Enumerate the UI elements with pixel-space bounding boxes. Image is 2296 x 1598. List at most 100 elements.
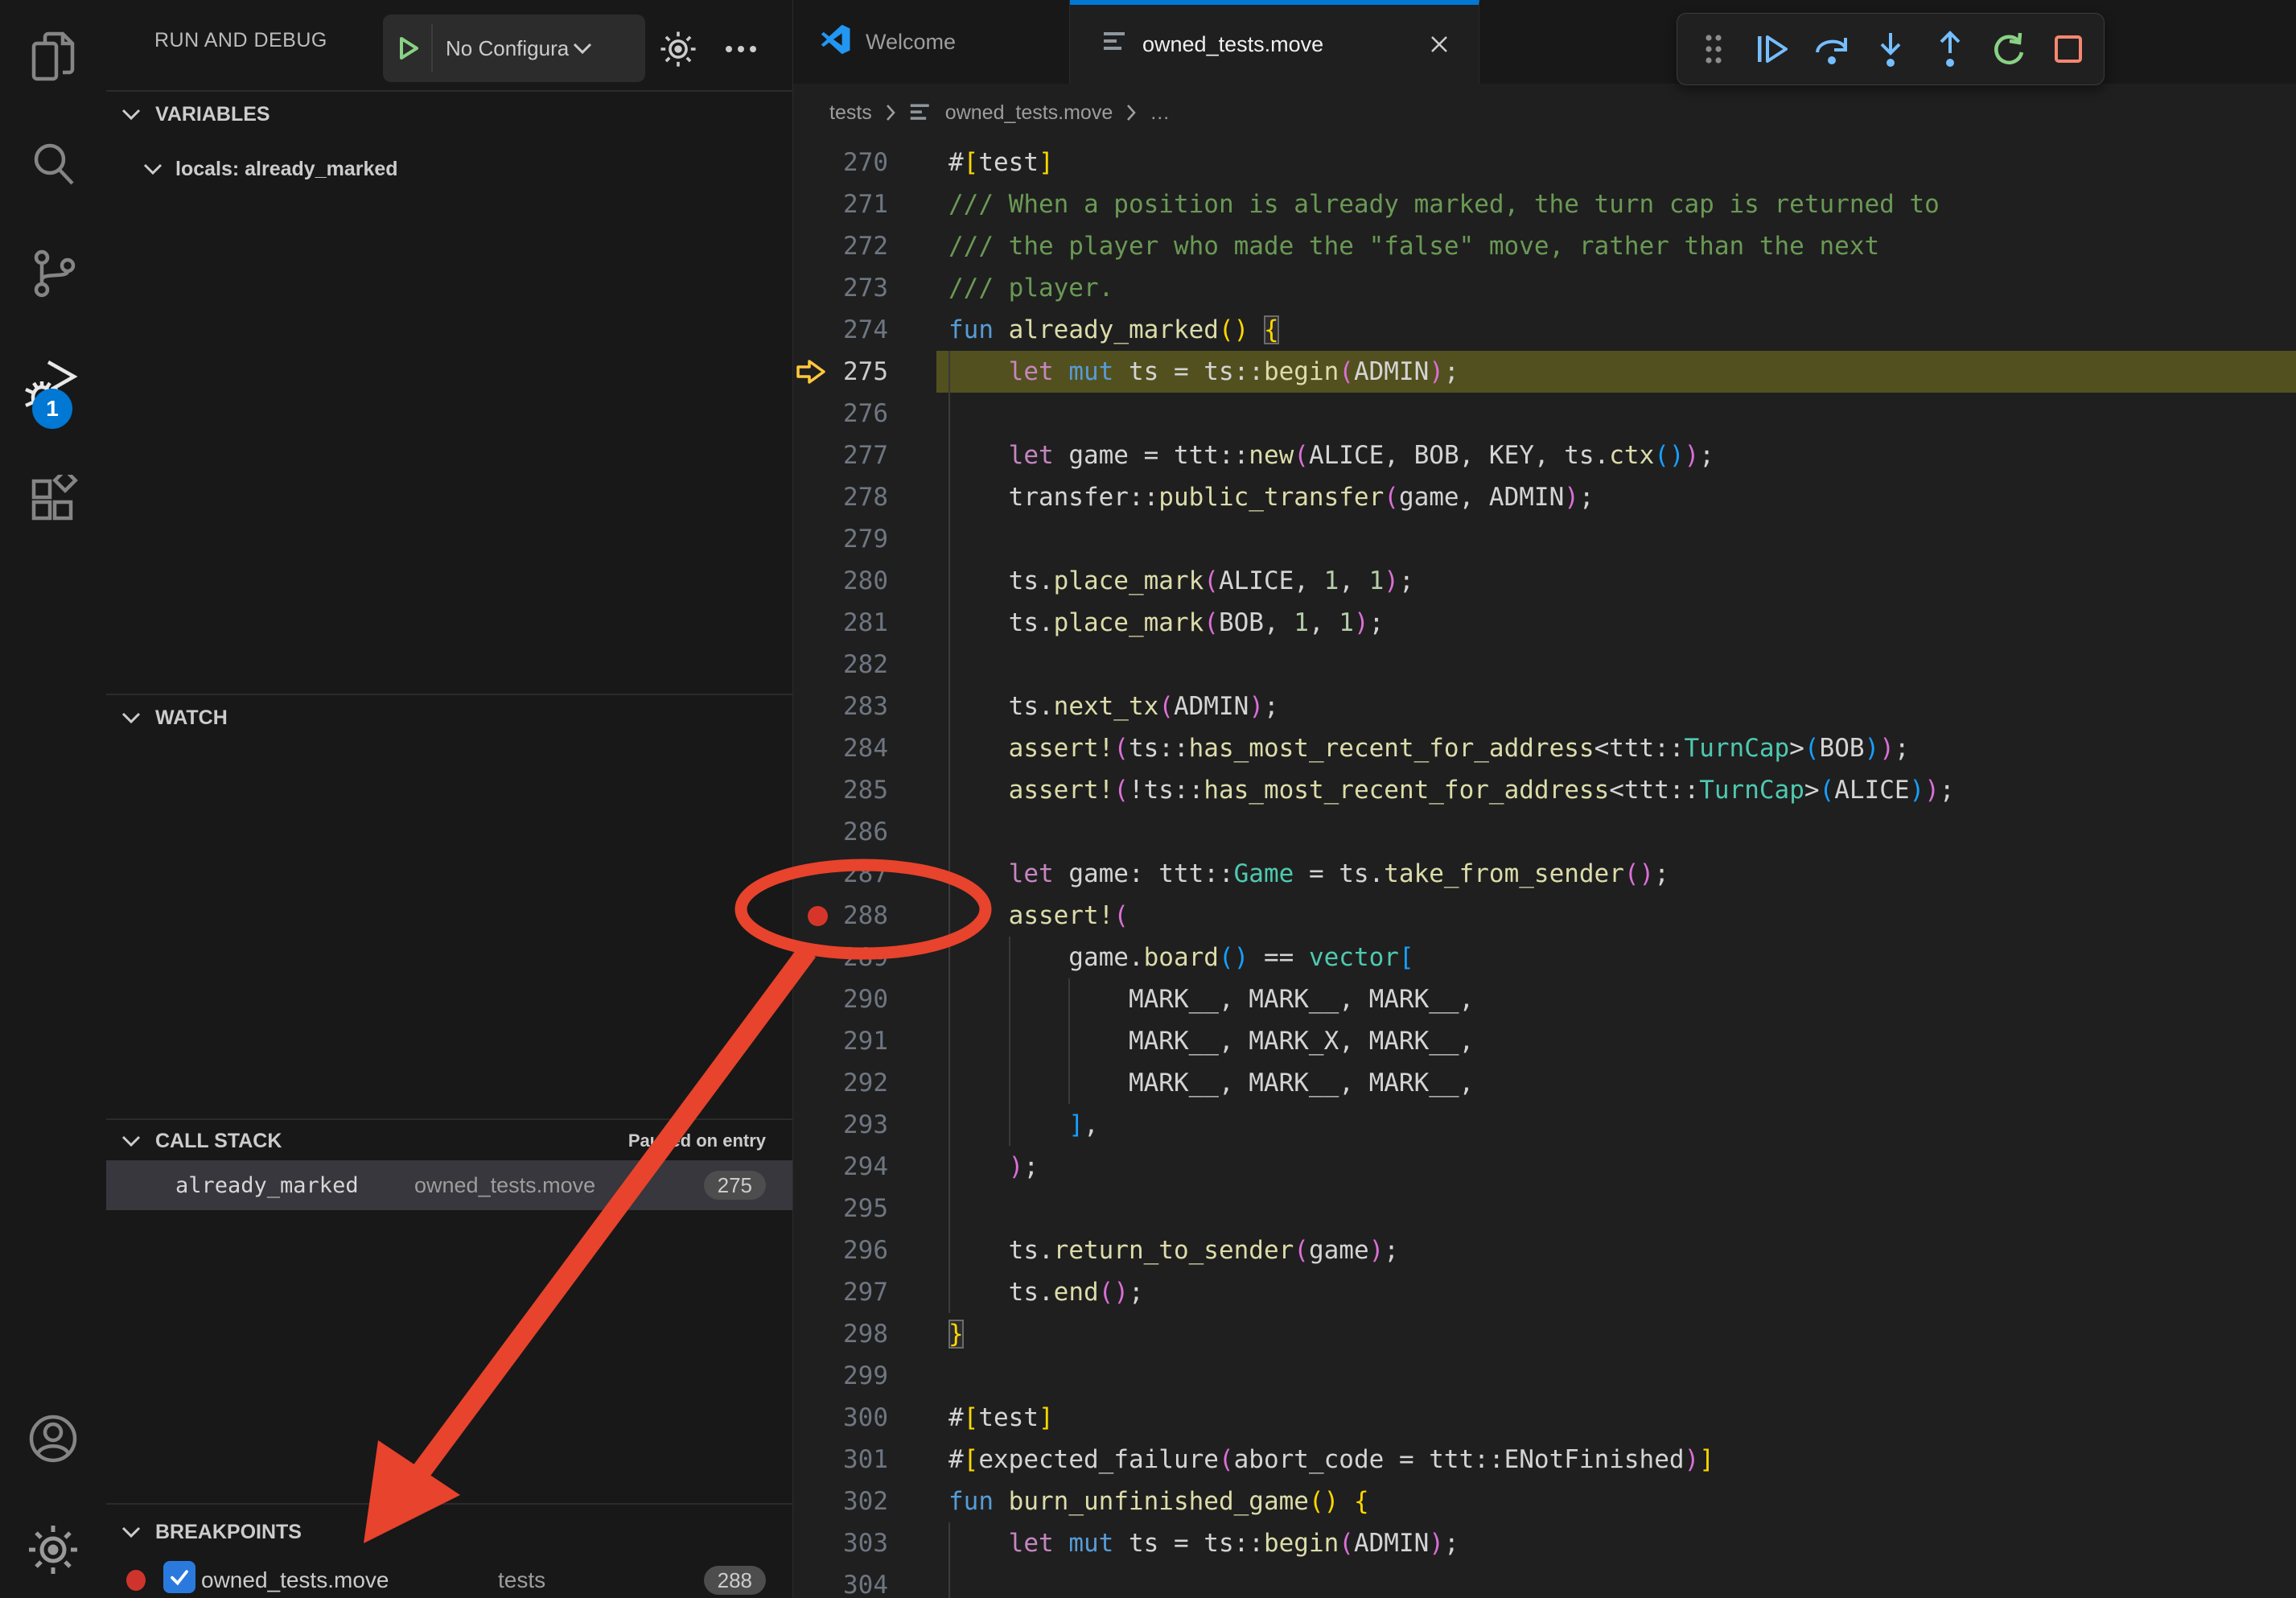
step-out-button[interactable]	[1927, 26, 1973, 72]
breakpoint-line-badge: 288	[704, 1566, 766, 1595]
code-line: 284 assert!(ts::has_most_recent_for_addr…	[793, 727, 2296, 769]
breakpoint-row[interactable]: owned_tests.move tests 288	[106, 1559, 792, 1598]
line-number[interactable]: 283	[817, 686, 888, 727]
breadcrumb-item-file[interactable]: owned_tests.move	[945, 101, 1113, 125]
code-line: 295	[793, 1188, 2296, 1229]
chevron-down-icon	[121, 107, 142, 121]
extensions-icon[interactable]	[0, 475, 106, 526]
line-number[interactable]: 296	[817, 1229, 888, 1271]
indent-guide	[948, 644, 950, 686]
restart-button[interactable]	[1985, 26, 2032, 72]
explorer-icon[interactable]	[0, 31, 106, 82]
tab-label: Welcome	[866, 30, 956, 55]
code-line-text: ts.next_tx(ADMIN);	[948, 686, 1279, 727]
line-number[interactable]: 298	[817, 1313, 888, 1355]
line-number[interactable]: 303	[817, 1522, 888, 1564]
paused-status: Paused on entry	[628, 1131, 766, 1151]
code-line: 285 assert!(!ts::has_most_recent_for_add…	[793, 769, 2296, 811]
continue-button[interactable]	[1749, 26, 1796, 72]
line-number[interactable]: 297	[817, 1271, 888, 1313]
step-into-button[interactable]	[1867, 26, 1914, 72]
line-number[interactable]: 304	[817, 1564, 888, 1598]
section-label: BREAKPOINTS	[155, 1521, 302, 1544]
panel-title: RUN AND DEBUG	[154, 29, 327, 52]
breakpoint-checkbox[interactable]	[163, 1561, 195, 1593]
vscode-logo-icon	[821, 24, 851, 60]
debug-settings-gear-icon[interactable]	[660, 31, 697, 72]
code-line-text: }	[948, 1313, 964, 1355]
line-number[interactable]: 275	[817, 351, 888, 393]
line-number[interactable]: 280	[817, 560, 888, 602]
line-number[interactable]: 291	[817, 1020, 888, 1062]
run-and-debug-panel: RUN AND DEBUG No Configura	[106, 0, 792, 1598]
source-control-icon[interactable]	[0, 248, 106, 299]
line-number[interactable]: 274	[817, 309, 888, 351]
debug-toolbar	[1677, 13, 2105, 85]
more-actions-icon[interactable]	[722, 31, 759, 72]
line-number[interactable]: 279	[817, 518, 888, 560]
line-number[interactable]: 277	[817, 435, 888, 476]
line-number[interactable]: 299	[817, 1355, 888, 1397]
line-number[interactable]: 292	[817, 1062, 888, 1104]
line-number[interactable]: 271	[817, 183, 888, 225]
code-line: 290 MARK__, MARK__, MARK__,	[793, 978, 2296, 1020]
line-number[interactable]: 282	[817, 644, 888, 686]
line-number[interactable]: 289	[817, 937, 888, 978]
indent-guide	[948, 518, 950, 560]
code-line: 280 ts.place_mark(ALICE, 1, 1);	[793, 560, 2296, 602]
watch-section-header[interactable]: WATCH	[106, 702, 792, 734]
line-number[interactable]: 284	[817, 727, 888, 769]
code-area: 270#[test]271/// When a position is alre…	[793, 142, 2296, 1598]
code-line: 272/// the player who made the "false" m…	[793, 225, 2296, 267]
line-number[interactable]: 270	[817, 142, 888, 183]
code-line: 275 let mut ts = ts::begin(ADMIN);	[793, 351, 2296, 393]
tab-welcome[interactable]: Welcome	[793, 0, 1070, 84]
drag-grip-icon[interactable]	[1690, 26, 1737, 72]
line-number[interactable]: 294	[817, 1146, 888, 1188]
line-number[interactable]: 301	[817, 1439, 888, 1481]
breadcrumb-item-symbol[interactable]: …	[1150, 101, 1170, 125]
variables-section-header[interactable]: VARIABLES	[106, 98, 792, 130]
code-line: 287 let game: ttt::Game = ts.take_from_s…	[793, 853, 2296, 895]
code-line: 278 transfer::public_transfer(game, ADMI…	[793, 476, 2296, 518]
start-debug-icon[interactable]	[383, 36, 431, 60]
code-line: 296 ts.return_to_sender(game);	[793, 1229, 2296, 1271]
tab-owned-tests-move[interactable]: owned_tests.move	[1070, 0, 1479, 84]
breakpoints-section-header[interactable]: BREAKPOINTS	[106, 1516, 792, 1548]
settings-gear-icon[interactable]	[0, 1524, 106, 1575]
line-number[interactable]: 285	[817, 769, 888, 811]
line-number[interactable]: 300	[817, 1397, 888, 1439]
line-number[interactable]: 293	[817, 1104, 888, 1146]
call-stack-section-header[interactable]: CALL STACK Paused on entry	[106, 1125, 792, 1157]
call-stack-frame-row[interactable]: already_marked owned_tests.move 275	[106, 1160, 792, 1210]
chevron-down-icon	[121, 1525, 142, 1539]
run-and-debug-icon[interactable]: 1	[0, 357, 106, 419]
code-line-text: ts.return_to_sender(game);	[948, 1229, 1399, 1271]
line-number[interactable]: 286	[817, 811, 888, 853]
line-number[interactable]: 287	[817, 853, 888, 895]
account-icon[interactable]	[0, 1413, 106, 1464]
line-number[interactable]: 272	[817, 225, 888, 267]
line-number[interactable]: 278	[817, 476, 888, 518]
step-over-button[interactable]	[1808, 26, 1855, 72]
code-line-text: /// When a position is already marked, t…	[948, 183, 1940, 225]
close-icon[interactable]	[1429, 34, 1450, 55]
code-line-text: MARK__, MARK_X, MARK__,	[948, 1020, 1474, 1062]
line-number[interactable]: 281	[817, 602, 888, 644]
line-number[interactable]: 273	[817, 267, 888, 309]
variables-scope-row[interactable]: locals: already_marked	[106, 153, 792, 185]
breadcrumb-item-tests[interactable]: tests	[829, 101, 872, 125]
line-number[interactable]: 295	[817, 1188, 888, 1229]
stop-button[interactable]	[2045, 26, 2092, 72]
code-line-text: fun burn_unfinished_game() {	[948, 1481, 1369, 1522]
code-line: 291 MARK__, MARK_X, MARK__,	[793, 1020, 2296, 1062]
debug-config-dropdown[interactable]: No Configura	[383, 14, 645, 82]
line-number[interactable]: 290	[817, 978, 888, 1020]
search-icon[interactable]	[0, 138, 106, 190]
code-line-text: ts.place_mark(BOB, 1, 1);	[948, 602, 1384, 644]
code-line: 301#[expected_failure(abort_code = ttt::…	[793, 1439, 2296, 1481]
line-number[interactable]: 276	[817, 393, 888, 435]
code-lines: 270#[test]271/// When a position is alre…	[793, 142, 2296, 1598]
line-number[interactable]: 288	[817, 895, 888, 937]
line-number[interactable]: 302	[817, 1481, 888, 1522]
